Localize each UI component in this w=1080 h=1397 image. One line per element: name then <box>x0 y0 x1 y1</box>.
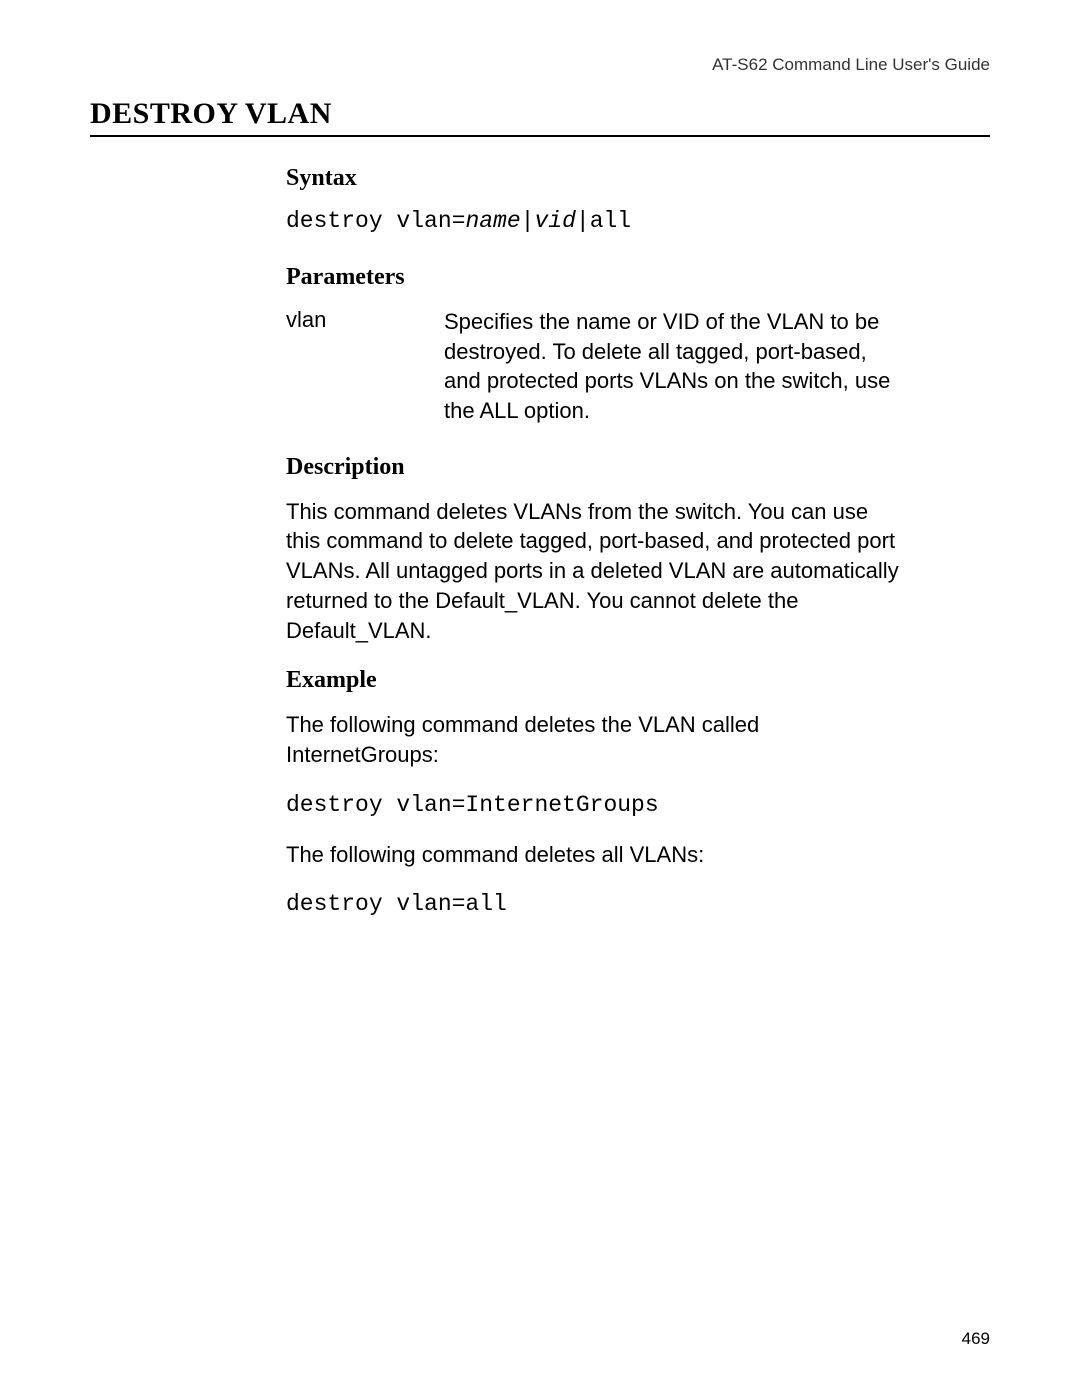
command-title: DESTROY VLAN <box>90 97 990 131</box>
syntax-pipe: | <box>576 208 590 234</box>
parameters-heading: Parameters <box>286 264 906 291</box>
syntax-pipe: | <box>521 208 535 234</box>
page: AT-S62 Command Line User's Guide DESTROY… <box>0 0 1080 1397</box>
parameter-description: Specifies the name or VID of the VLAN to… <box>444 307 906 426</box>
parameter-row: vlan Specifies the name or VID of the VL… <box>286 307 906 426</box>
page-number: 469 <box>962 1329 990 1349</box>
description-body: This command deletes VLANs from the swit… <box>286 497 906 645</box>
syntax-tail: all <box>590 208 631 234</box>
example-intro-2: The following command deletes all VLANs: <box>286 840 906 870</box>
example-heading: Example <box>286 667 906 694</box>
parameter-name: vlan <box>286 307 444 426</box>
example-code-2: destroy vlan=all <box>286 891 906 917</box>
syntax-prefix: destroy vlan= <box>286 208 465 234</box>
syntax-arg-vid: vid <box>534 208 575 234</box>
example-intro-1: The following command deletes the VLAN c… <box>286 710 906 769</box>
syntax-heading: Syntax <box>286 165 906 192</box>
syntax-arg-name: name <box>465 208 520 234</box>
running-header: AT-S62 Command Line User's Guide <box>90 55 990 75</box>
example-code-1: destroy vlan=InternetGroups <box>286 792 906 818</box>
content-column: Syntax destroy vlan=name|vid|all Paramet… <box>286 165 906 917</box>
description-heading: Description <box>286 454 906 481</box>
syntax-code: destroy vlan=name|vid|all <box>286 208 906 234</box>
title-rule <box>90 135 990 137</box>
